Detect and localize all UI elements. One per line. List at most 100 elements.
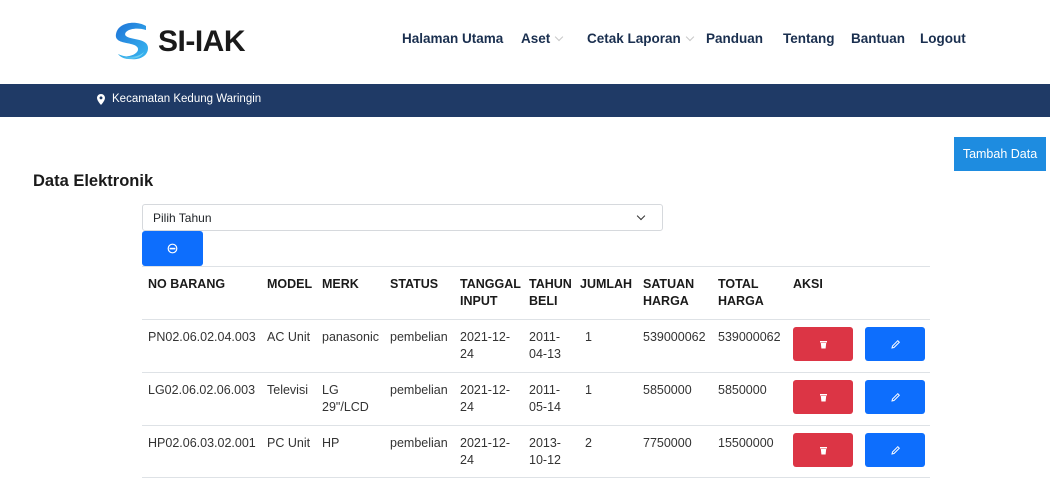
nav-label: Logout [920, 31, 966, 46]
cell-model: Televisi [267, 383, 308, 397]
header-model: MODEL [267, 276, 312, 293]
header-merk: MERK [322, 276, 359, 293]
nav-item-logout[interactable]: Logout [920, 31, 966, 46]
delete-button[interactable] [793, 327, 853, 361]
cell-text: 24 [460, 347, 474, 361]
cell-text: LG [322, 383, 339, 397]
trash-icon [819, 340, 827, 348]
cell-text: 2011- [529, 383, 561, 397]
cell-satuan-harga: 7750000 [643, 436, 692, 450]
cell-total-harga: 5850000 [718, 383, 767, 397]
header-tahun-beli: TAHUN BELI [529, 276, 572, 310]
year-select[interactable]: Pilih Tahun [142, 204, 663, 231]
page-title: Data Elektronik [33, 172, 154, 190]
nav-item-aset[interactable]: Aset [521, 31, 564, 46]
brand-name: SI-IAK [158, 25, 246, 58]
cell-merk: LG 29"/LCD [322, 382, 369, 416]
cell-text: HP [322, 436, 340, 450]
header-text: SATUAN [643, 277, 695, 291]
pencil-icon [890, 445, 900, 455]
cell-tahun-beli: 2011- 05-14 [529, 382, 561, 416]
header-text: MERK [322, 277, 359, 291]
delete-button[interactable] [793, 433, 853, 467]
trash-icon [819, 446, 827, 454]
cell-text: 24 [460, 400, 474, 414]
header-text: HARGA [643, 294, 689, 308]
cell-text: 2021-12- [460, 330, 511, 344]
print-button[interactable] [142, 231, 203, 266]
cell-jumlah: 1 [585, 383, 592, 397]
edit-button[interactable] [865, 327, 925, 361]
edit-button[interactable] [865, 380, 925, 414]
cell-merk: HP [322, 435, 339, 452]
header-text: TANGGAL [460, 277, 521, 291]
cell-text: 24 [460, 453, 474, 467]
s-swoosh-logo-icon [115, 22, 148, 60]
header-status: STATUS [390, 276, 438, 293]
cell-merk: panasonic [322, 329, 379, 346]
cell-text: 2011- [529, 330, 561, 344]
cell-status: pembelian [390, 383, 448, 397]
header-text: STATUS [390, 277, 439, 291]
chevron-down-icon [636, 211, 646, 221]
nav-label: Halaman Utama [402, 31, 504, 46]
cell-status: pembelian [390, 436, 448, 450]
add-data-button[interactable]: Tambah Data [954, 137, 1046, 171]
header-text: JUMLAH [580, 277, 633, 291]
brand-logo[interactable]: SI-IAK [108, 18, 246, 66]
cell-tanggal-input: 2021-12- 24 [460, 382, 510, 416]
cell-text: 29"/LCD [322, 400, 369, 414]
cell-tahun-beli: 2013- 10-12 [529, 435, 561, 469]
pencil-icon [890, 339, 900, 349]
header-text: INPUT [460, 294, 498, 308]
delete-button[interactable] [793, 380, 853, 414]
cell-tahun-beli: 2011- 04-13 [529, 329, 561, 363]
chevron-down-icon [555, 32, 564, 42]
cell-tanggal-input: 2021-12- 24 [460, 329, 510, 363]
cell-no-barang: LG02.06.02.06.003 [148, 383, 256, 397]
header-text: NO BARANG [148, 277, 226, 291]
cell-text: 04-13 [529, 347, 561, 361]
edit-button[interactable] [865, 433, 925, 467]
chevron-down-icon [685, 32, 695, 42]
location: Kecamatan Kedung Waringin [97, 93, 261, 105]
cell-text: panasonic [322, 330, 379, 344]
nav-item-panduan[interactable]: Panduan [706, 31, 763, 46]
cell-jumlah: 2 [585, 436, 592, 450]
cell-no-barang: HP02.06.03.02.001 [148, 436, 256, 450]
header-text: MODEL [267, 277, 313, 291]
table-row: PN02.06.02.04.003 AC Unit panasonic pemb… [142, 319, 930, 372]
nav-label: Panduan [706, 31, 764, 46]
top-header: SI-IAK Halaman Utama Aset Cetak Laporan … [0, 0, 1050, 84]
header-jumlah: JUMLAH [580, 276, 632, 293]
cell-text: 10-12 [529, 453, 561, 467]
table-row: HP02.06.03.02.001 PC Unit HP pembelian 2… [142, 425, 930, 477]
header-text: AKSI [793, 277, 823, 291]
header-text: HARGA [718, 294, 764, 308]
nav-label: Cetak Laporan [587, 31, 681, 46]
cell-text: 05-14 [529, 400, 561, 414]
cell-tanggal-input: 2021-12- 24 [460, 435, 510, 469]
trash-icon [819, 393, 827, 401]
nav-item-tentang[interactable]: Tentang [783, 31, 835, 46]
cell-text: 2021-12- [460, 436, 511, 450]
year-select-value: Pilih Tahun [153, 210, 212, 225]
table-bottom-border [142, 477, 930, 478]
header-text: TAHUN [529, 277, 572, 291]
cell-status: pembelian [390, 330, 448, 344]
header-tanggal-input: TANGGAL INPUT [460, 276, 521, 310]
cell-jumlah: 1 [585, 330, 592, 344]
table-row: LG02.06.02.06.003 Televisi LG 29"/LCD pem… [142, 372, 930, 425]
nav-item-halaman-utama[interactable]: Halaman Utama [402, 31, 503, 46]
cell-satuan-harga: 5850000 [643, 383, 692, 397]
header-text: BELI [529, 294, 558, 308]
header-total-harga: TOTAL HARGA [718, 276, 764, 310]
cell-text: 2013- [529, 436, 561, 450]
cell-text: 2021-12- [460, 383, 511, 397]
header-aksi: AKSI [793, 276, 823, 293]
print-icon [167, 243, 178, 254]
nav-item-cetak-laporan[interactable]: Cetak Laporan [587, 31, 695, 46]
nav-item-bantuan[interactable]: Bantuan [851, 31, 905, 46]
pencil-icon [890, 392, 900, 402]
cell-total-harga: 539000062 [718, 330, 781, 344]
